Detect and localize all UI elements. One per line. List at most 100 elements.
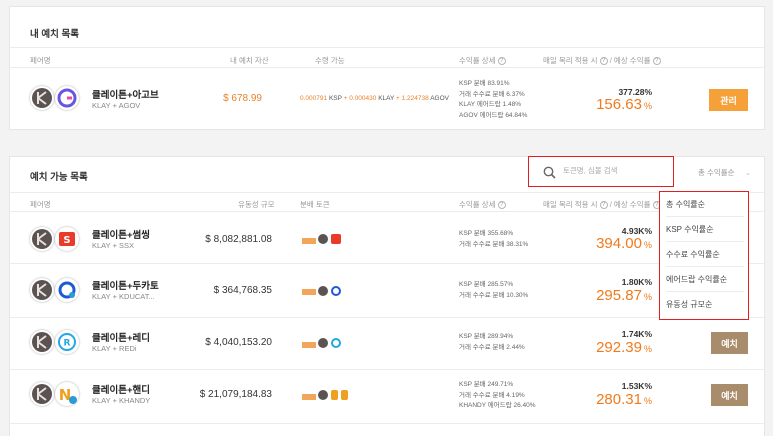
expected-yield-value: 292.39: [596, 339, 642, 356]
compound-yield-value: 1.74K: [621, 329, 645, 339]
divider: [10, 67, 764, 68]
khandy-token-icon: [331, 390, 338, 400]
percent-unit: %: [644, 277, 652, 287]
pair-name: 클레이튼+두카토: [92, 281, 159, 292]
divider: [10, 317, 764, 318]
sort-dropdown: 총 수익률순 KSP 수익률순 수수료 수익률순 에어드랍 수익률순 유동성 규…: [659, 191, 749, 320]
chevron-down-icon: ⌄: [744, 168, 751, 177]
percent-unit: %: [644, 381, 652, 391]
sort-option-ksp[interactable]: KSP 수익률순: [666, 218, 744, 242]
help-icon[interactable]: ?: [497, 57, 506, 66]
search-box[interactable]: [528, 156, 674, 187]
plus-sign: +: [343, 95, 348, 102]
my-asset-amount: $ 678.99: [223, 93, 262, 104]
klay-coin-icon: [30, 86, 54, 110]
claim-klay-label: KLAY: [378, 95, 395, 102]
agov-coin-icon: [55, 86, 79, 110]
redi-token-icon: [331, 338, 341, 348]
sort-option-airdrop[interactable]: 에어드랍 수익률순: [666, 268, 744, 292]
pair-symbols: KLAY + REDi: [92, 344, 137, 353]
claim-klay-value: 0.000430: [349, 95, 377, 102]
expected-yield-value: 295.87: [596, 287, 642, 304]
liquidity-amount: $ 8,082,881.08: [205, 234, 272, 245]
yield-detail-line: KSP 분배 355.68%: [459, 230, 514, 237]
pair-name: 클레이튼+썸씽: [92, 230, 150, 241]
percent-unit: %: [643, 344, 652, 354]
my-deposits-card: 내 예치 목록 페어명 내 예치 자산 수령 가능 수익률 상세 ? 매일 복리…: [9, 6, 765, 130]
deposit-button[interactable]: 예치: [711, 332, 748, 354]
sort-option-fee[interactable]: 수수료 수익률순: [666, 243, 744, 267]
header-expected-yield-label: 매일 복리 적용 시: [543, 56, 598, 65]
yield-detail-line: KSP 분배 249.71%: [459, 381, 514, 388]
yield-detail: KSP 분배 289.94% 거래 수수료 분배 2.44%: [459, 332, 525, 353]
divider: [10, 211, 764, 212]
compound-yield: 1.74K%: [622, 329, 652, 339]
ksp-token-icon: [302, 394, 316, 400]
header-expected-yield-label2: / 예상 수익률: [609, 56, 651, 65]
yield-detail-line: KSP 분배 285.57%: [459, 281, 514, 288]
header-yield-detail: 수익률 상세 ?: [459, 55, 506, 66]
yield-detail-line: 거래 수수료 분배 6.37%: [459, 90, 525, 98]
claimable-amounts: 0.000791 KSP + 0.000430 KLAY + 1.224738 …: [300, 95, 449, 102]
header-pair: 페어명: [30, 56, 51, 65]
kducato-token-icon: [331, 286, 341, 296]
compound-yield-value: 1.53K: [621, 381, 645, 391]
ksp-token-icon: [302, 342, 316, 348]
help-icon[interactable]: ?: [599, 57, 608, 66]
sort-option-total[interactable]: 총 수익률순: [666, 193, 744, 217]
yield-detail-line: 거래 수수료 분배 4.19%: [459, 391, 525, 399]
pair-symbols: KLAY + SSX: [92, 241, 135, 250]
expected-yield: 394.00%: [596, 235, 652, 252]
yield-detail-line: 거래 수수료 분배 10.30%: [459, 291, 529, 299]
pair-symbols: KLAY + KHANDY: [92, 396, 151, 405]
pair-symbols: KLAY + KDUCAT...: [92, 292, 155, 301]
compound-yield-value: 1.80K: [621, 277, 645, 287]
liquidity-amount: $ 364,768.35: [213, 285, 272, 296]
deposit-button[interactable]: 예치: [711, 384, 748, 406]
claim-agov-label: AGOV: [430, 95, 450, 102]
yield-detail-line: KSP 분배 289.94%: [459, 333, 514, 340]
sort-option-liquidity[interactable]: 유동성 규모순: [666, 293, 744, 317]
search-icon: [543, 166, 556, 179]
compound-yield: 1.53K%: [622, 381, 652, 391]
yield-detail-line: KHANDY 에어드랍 26.40%: [459, 402, 536, 409]
yield-detail-line: KLAY 에어드랍 1.48%: [459, 101, 521, 108]
khandy-token-icon: [341, 390, 348, 400]
header-expected-yield-label: 매일 복리 적용 시: [543, 200, 598, 209]
yield-detail-line: 거래 수수료 분배 2.44%: [459, 343, 525, 351]
manage-button[interactable]: 관리: [709, 89, 748, 111]
klay-token-icon: [318, 286, 328, 296]
yield-detail: KSP 분배 249.71% 거래 수수료 분배 4.19% KHANDY 에어…: [459, 380, 536, 412]
pair-name: 클레이튼+레디: [92, 333, 150, 344]
claim-agov-value: 1.224738: [401, 95, 429, 102]
plus-sign: +: [396, 95, 400, 102]
expected-yield: 280.31%: [596, 391, 652, 408]
sort-select[interactable]: 총 수익률순 ⌄: [698, 167, 751, 178]
header-pair: 페어명: [30, 200, 51, 209]
divider: [10, 423, 764, 424]
pair-name: 클레이튼+핸디: [92, 385, 150, 396]
header-my-assets: 내 예치 자산: [230, 56, 269, 65]
compound-yield: 1.80K%: [622, 277, 652, 287]
klay-token-icon: [318, 234, 328, 244]
expected-yield: 292.39%: [596, 339, 652, 356]
klay-coin-icon: [30, 278, 54, 302]
expected-yield: 156.63%: [596, 96, 652, 113]
expected-yield: 295.87%: [596, 287, 652, 304]
yield-detail: KSP 분배 83.91% 거래 수수료 분배 6.37% KLAY 에어드랍 …: [459, 79, 527, 121]
pair-symbols: KLAY + AGOV: [92, 101, 141, 110]
liquidity-amount: $ 21,079,184.83: [199, 389, 272, 400]
claim-ksp-label: KSP: [328, 95, 342, 102]
klay-coin-icon: [30, 330, 54, 354]
klay-coin-icon: [30, 227, 54, 251]
help-icon[interactable]: ?: [652, 57, 661, 66]
percent-unit: %: [644, 329, 652, 339]
percent-unit: %: [643, 292, 652, 302]
search-input[interactable]: [563, 166, 663, 175]
header-expected-yield-label2: / 예상 수익률: [609, 200, 651, 209]
ksp-token-icon: [302, 289, 316, 295]
divider: [10, 263, 764, 264]
help-icon[interactable]: ?: [497, 201, 506, 210]
header-expected-yield: 매일 복리 적용 시 ? / 예상 수익률 ?: [543, 55, 661, 66]
help-icon[interactable]: ?: [599, 201, 608, 210]
